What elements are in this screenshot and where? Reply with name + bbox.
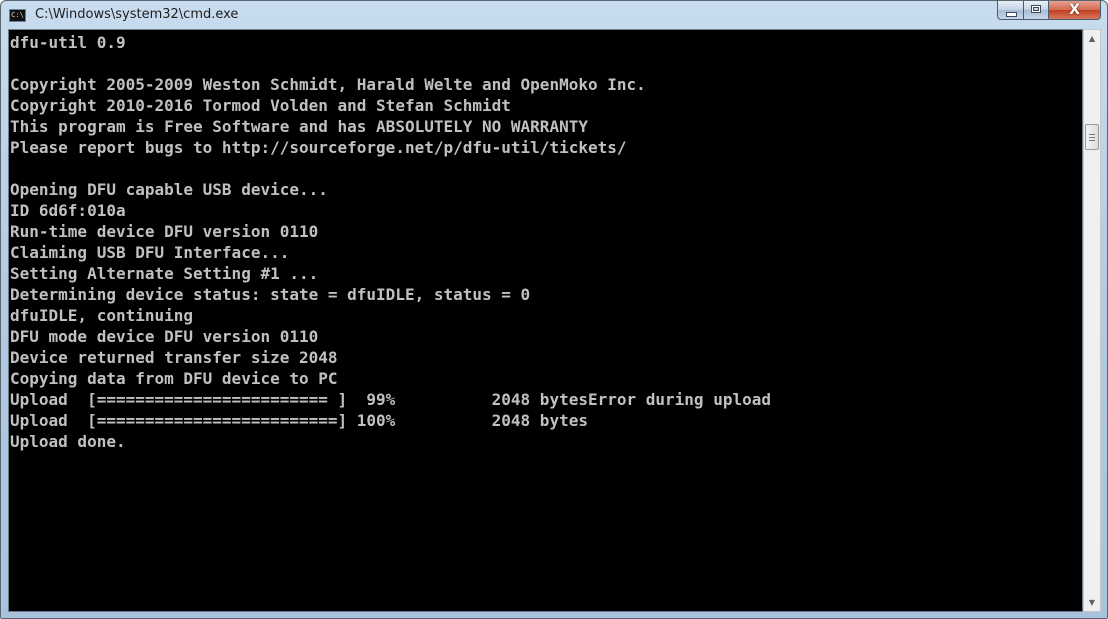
caption-buttons: X xyxy=(997,1,1101,21)
vertical-scrollbar[interactable]: ▲ ▼ xyxy=(1083,29,1101,612)
close-icon: X xyxy=(1069,2,1080,18)
console-line: dfu-util 0.9 xyxy=(10,33,126,52)
console-line: Copying data from DFU device to PC xyxy=(10,369,338,388)
console-line: Opening DFU capable USB device... xyxy=(10,180,328,199)
console-lines: dfu-util 0.9 Copyright 2005-2009 Weston S… xyxy=(9,30,1082,473)
maximize-button[interactable] xyxy=(1023,1,1049,20)
console-icon[interactable]: C:\ xyxy=(9,9,26,22)
console-line: Run-time device DFU version 0110 xyxy=(10,222,319,241)
console-window: C:\ C:\Windows\system32\cmd.exe X dfu-ut… xyxy=(0,0,1108,619)
console-line: Device returned transfer size 2048 xyxy=(10,348,338,367)
console-line: Please report bugs to http://sourceforge… xyxy=(10,138,627,157)
close-button[interactable]: X xyxy=(1048,1,1101,20)
console-line: Setting Alternate Setting #1 ... xyxy=(10,264,319,283)
grip-line xyxy=(1089,137,1095,138)
console-line: This program is Free Software and has AB… xyxy=(10,117,588,136)
console-line: Upload [=========================] 100% … xyxy=(10,411,588,430)
console-line: dfuIDLE, continuing xyxy=(10,306,194,325)
console-line: Determining device status: state = dfuID… xyxy=(10,285,531,304)
console-line: Upload [======================== ] 99% 2… xyxy=(10,390,771,409)
window-title: C:\Windows\system32\cmd.exe xyxy=(35,7,239,22)
maximize-icon xyxy=(1031,5,1041,13)
title-bar[interactable]: C:\ C:\Windows\system32\cmd.exe X xyxy=(1,1,1107,29)
console-line: Copyright 2010-2016 Tormod Volden and St… xyxy=(10,96,511,115)
scroll-thumb[interactable] xyxy=(1085,124,1099,150)
console-line: DFU mode device DFU version 0110 xyxy=(10,327,319,346)
grip-line xyxy=(1089,140,1095,141)
minimize-button[interactable] xyxy=(997,1,1024,20)
scroll-down-arrow-icon[interactable]: ▼ xyxy=(1084,594,1100,611)
grip-line xyxy=(1089,134,1095,135)
console-line: Claiming USB DFU Interface... xyxy=(10,243,290,262)
console-line: Upload done. xyxy=(10,432,126,451)
scroll-up-arrow-icon[interactable]: ▲ xyxy=(1084,30,1100,47)
minimize-icon xyxy=(1006,12,1017,17)
console-line: Copyright 2005-2009 Weston Schmidt, Hara… xyxy=(10,75,646,94)
console-output[interactable]: dfu-util 0.9 Copyright 2005-2009 Weston S… xyxy=(8,29,1083,612)
console-line: ID 6d6f:010a xyxy=(10,201,126,220)
